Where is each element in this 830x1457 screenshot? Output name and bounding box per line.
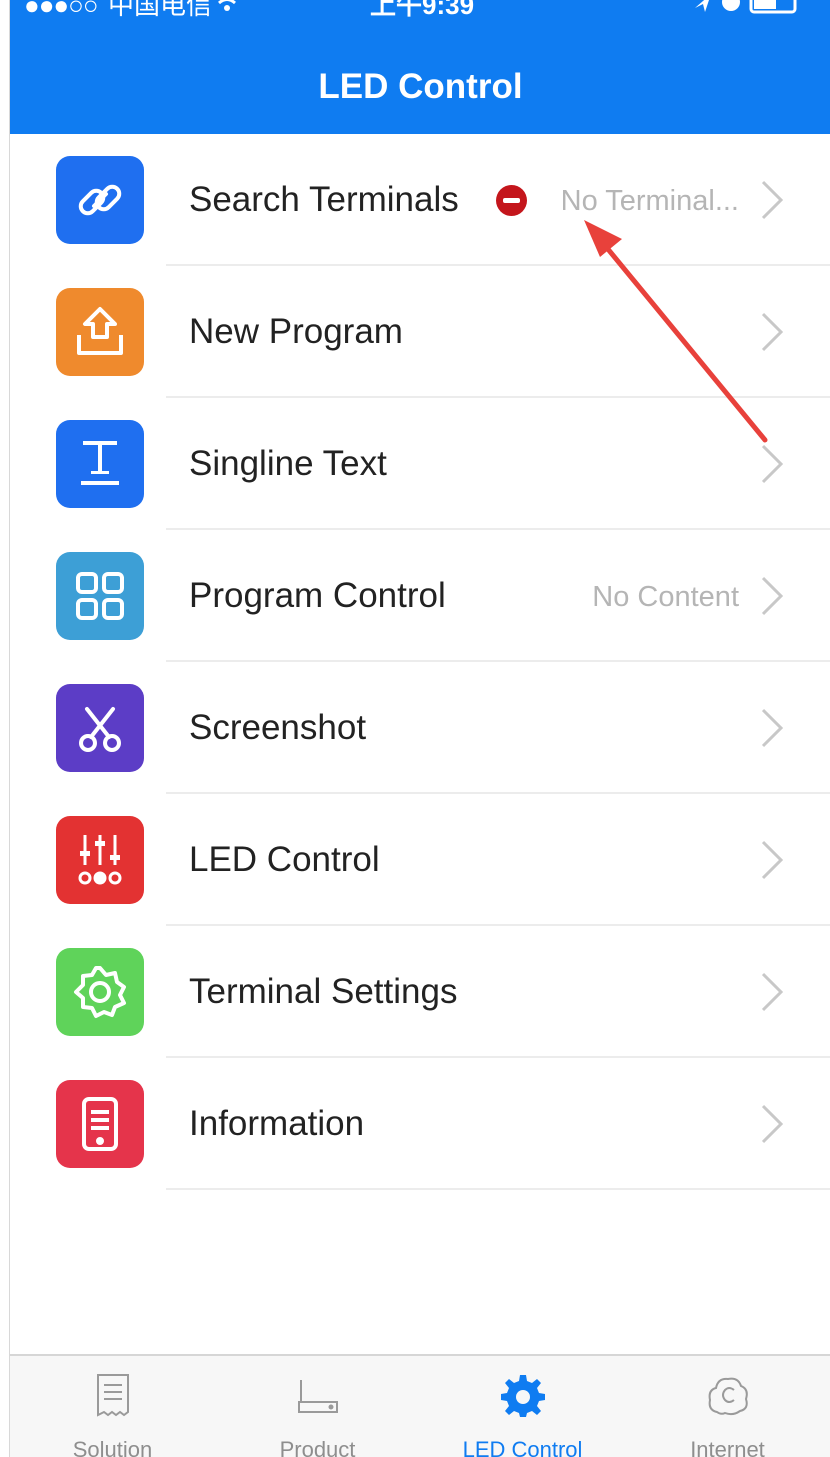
chevron-right-icon [761, 708, 784, 748]
document-icon [97, 1374, 129, 1417]
menu-item-label: New Program [189, 312, 403, 351]
menu-list: Search Terminals No Terminal... New Prog… [10, 134, 830, 1190]
gear-icon [56, 948, 144, 1036]
chevron-right-icon [761, 312, 784, 352]
menu-item-information[interactable]: Information [10, 1058, 830, 1190]
signal-strength: ●●●○○ [24, 0, 99, 20]
text-icon [56, 420, 144, 508]
chevron-right-icon [761, 576, 784, 616]
top-bar: ●●●○○ 中国电信 上午9:39 LED Control [10, 0, 830, 134]
tab-led-control[interactable]: LED Control [420, 1356, 625, 1457]
menu-item-singline-text[interactable]: Singline Text [10, 398, 830, 530]
sliders-icon [56, 816, 144, 904]
cloud-c-icon [708, 1377, 748, 1416]
status-right-icons [691, 0, 811, 26]
link-icon [56, 156, 144, 244]
row-divider [166, 1188, 830, 1190]
status-time: 上午9:39 [370, 0, 475, 20]
tab-label: Solution [72, 1437, 153, 1457]
tab-internet[interactable]: Internet [625, 1356, 830, 1457]
carrier-name: 中国电信 [108, 0, 213, 20]
menu-item-screenshot[interactable]: Screenshot [10, 662, 830, 794]
device-icon [298, 1380, 338, 1413]
grid-icon [56, 552, 144, 640]
tab-bar: Solution Product LED Control Internet [10, 1354, 830, 1457]
scissors-icon [56, 684, 144, 772]
chevron-right-icon [761, 972, 784, 1012]
menu-item-new-program[interactable]: New Program [10, 266, 830, 398]
menu-item-label: Search Terminals [189, 180, 459, 219]
location-icon [695, 0, 709, 12]
menu-item-label: Terminal Settings [189, 972, 458, 1011]
chevron-right-icon [761, 444, 784, 484]
page-title: LED Control [318, 67, 523, 106]
menu-item-label: LED Control [189, 840, 380, 879]
tab-solution[interactable]: Solution [10, 1356, 215, 1457]
status-bar: ●●●○○ 中国电信 上午9:39 [10, 0, 830, 34]
chevron-right-icon [761, 840, 784, 880]
tab-label: LED Control [462, 1437, 583, 1457]
alarm-icon [722, 0, 740, 11]
menu-item-value: No Content [592, 581, 739, 613]
menu-item-program-control[interactable]: Program Control No Content [10, 530, 830, 662]
menu-item-label: Screenshot [189, 708, 367, 747]
tab-product[interactable]: Product [215, 1356, 420, 1457]
gear-icon [501, 1375, 545, 1417]
tab-label: Product [279, 1437, 356, 1457]
menu-item-led-control[interactable]: LED Control [10, 794, 830, 926]
tab-label: Internet [690, 1437, 765, 1457]
app-frame: ●●●○○ 中国电信 上午9:39 LED Control Search Ter… [9, 0, 830, 1457]
menu-item-terminal-settings[interactable]: Terminal Settings [10, 926, 830, 1058]
menu-item-label: Information [189, 1104, 365, 1143]
menu-item-search-terminals[interactable]: Search Terminals No Terminal... [10, 134, 830, 266]
tablet-icon [56, 1080, 144, 1168]
error-badge-icon [496, 185, 527, 216]
menu-item-label: Singline Text [189, 444, 387, 483]
chevron-right-icon [761, 1104, 784, 1144]
menu-item-label: Program Control [189, 576, 446, 615]
chevron-right-icon [761, 180, 784, 220]
upload-icon [56, 288, 144, 376]
wifi-icon [210, 0, 244, 22]
menu-item-value: No Terminal... [560, 185, 739, 217]
